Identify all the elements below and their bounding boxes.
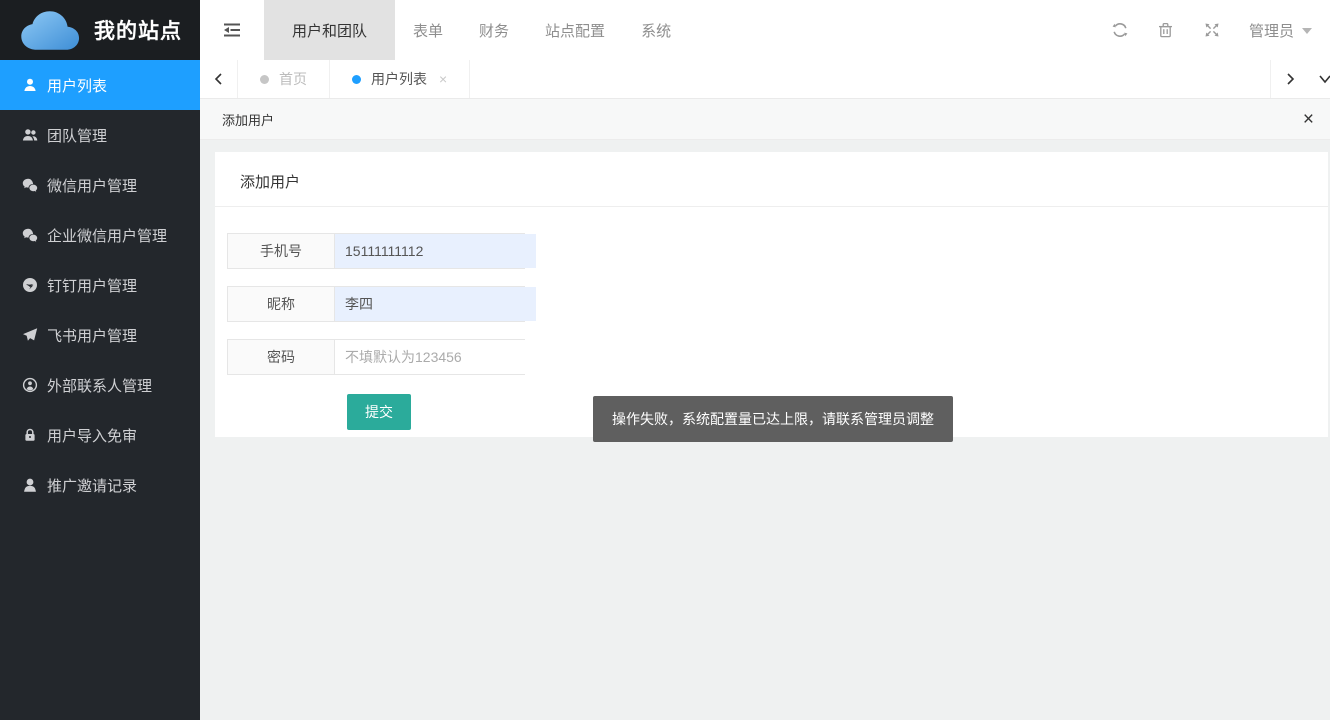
site-title: 我的站点 (94, 15, 182, 45)
top-nav: 用户和团队 表单 财务 站点配置 系统 (264, 0, 689, 60)
form-row-password: 密码 (227, 339, 525, 375)
sidebar-item-team-management[interactable]: 团队管理 (0, 110, 200, 160)
nav-tab-label: 财务 (479, 20, 509, 41)
nav-tab-label: 系统 (641, 20, 671, 41)
nickname-input[interactable] (335, 287, 536, 321)
breadcrumb-tabbar: 首页 用户列表 × (200, 60, 1330, 99)
chevron-down-icon (1302, 28, 1312, 34)
person-outline-icon (21, 477, 38, 494)
nav-tab-finance[interactable]: 财务 (461, 0, 527, 60)
nav-tab-site-config[interactable]: 站点配置 (527, 0, 623, 60)
content-area: 添加用户 手机号 昵称 密码 提交 操作失败，系统配置量已达上限，请联系管理员调… (200, 140, 1330, 720)
lock-icon (21, 427, 38, 444)
card-title: 添加用户 (215, 152, 1328, 207)
sidebar-item-label: 推广邀请记录 (47, 475, 137, 496)
nav-tab-system[interactable]: 系统 (623, 0, 689, 60)
sidebar-item-label: 钉钉用户管理 (47, 275, 137, 296)
users-group-icon (21, 127, 38, 144)
sidebar-item-invite-records[interactable]: 推广邀请记录 (0, 460, 200, 510)
fullscreen-icon[interactable] (1189, 0, 1235, 60)
tab-label: 首页 (279, 69, 307, 89)
tab-dot (352, 75, 361, 84)
contact-circle-icon (21, 377, 38, 394)
wecom-icon (21, 227, 38, 244)
nav-tab-users-teams[interactable]: 用户和团队 (264, 0, 395, 60)
user-icon (21, 77, 38, 94)
wechat-icon (21, 177, 38, 194)
feishu-plane-icon (21, 327, 38, 344)
tab-user-list[interactable]: 用户列表 × (330, 60, 470, 98)
sidebar-item-user-import[interactable]: 用户导入免审 (0, 410, 200, 460)
sidebar-item-external-contacts[interactable]: 外部联系人管理 (0, 360, 200, 410)
nickname-label: 昵称 (228, 287, 335, 321)
submit-button[interactable]: 提交 (347, 394, 411, 430)
password-input[interactable] (335, 340, 536, 374)
tab-dot (260, 75, 269, 84)
sidebar-item-wecom-users[interactable]: 企业微信用户管理 (0, 210, 200, 260)
cloud-logo-icon (14, 8, 88, 52)
sidebar: 我的站点 用户列表 团队管理 微信用户管理 企业微信用户管理 钉钉用户管理 (0, 0, 200, 720)
top-header: 用户和团队 表单 财务 站点配置 系统 (200, 0, 1330, 60)
admin-dropdown[interactable]: 管理员 (1249, 20, 1312, 41)
nav-tab-label: 用户和团队 (292, 20, 367, 41)
sidebar-item-feishu-users[interactable]: 飞书用户管理 (0, 310, 200, 360)
tab-scroll-left-icon[interactable] (200, 60, 238, 98)
admin-label: 管理员 (1249, 20, 1294, 41)
tab-scroll-right-icon[interactable] (1270, 60, 1308, 98)
sidebar-item-user-list[interactable]: 用户列表 (0, 60, 200, 110)
error-toast: 操作失败，系统配置量已达上限，请联系管理员调整 (593, 396, 953, 442)
add-user-card: 添加用户 手机号 昵称 密码 提交 (215, 152, 1328, 437)
site-logo: 我的站点 (0, 0, 200, 60)
tab-close-icon[interactable]: × (439, 71, 447, 87)
panel-titlebar: 添加用户 × (200, 99, 1330, 140)
tab-menu-icon[interactable] (1308, 60, 1330, 98)
phone-label: 手机号 (228, 234, 335, 268)
form-row-phone: 手机号 (227, 233, 525, 269)
dingtalk-icon (21, 277, 38, 294)
sidebar-item-label: 微信用户管理 (47, 175, 137, 196)
collapse-menu-icon[interactable] (200, 0, 264, 60)
sidebar-item-label: 用户导入免审 (47, 425, 137, 446)
nav-tab-forms[interactable]: 表单 (395, 0, 461, 60)
password-label: 密码 (228, 340, 335, 374)
sidebar-item-label: 飞书用户管理 (47, 325, 137, 346)
tab-home[interactable]: 首页 (238, 60, 330, 98)
panel-close-icon[interactable]: × (1303, 110, 1314, 129)
trash-icon[interactable] (1143, 0, 1189, 60)
form-row-nickname: 昵称 (227, 286, 525, 322)
sidebar-item-wechat-users[interactable]: 微信用户管理 (0, 160, 200, 210)
header-actions: 管理员 (1097, 0, 1330, 60)
sidebar-item-label: 团队管理 (47, 125, 107, 146)
tab-label: 用户列表 (371, 69, 427, 89)
sidebar-item-label: 企业微信用户管理 (47, 225, 167, 246)
sidebar-item-label: 用户列表 (47, 75, 107, 96)
sidebar-item-dingtalk-users[interactable]: 钉钉用户管理 (0, 260, 200, 310)
refresh-icon[interactable] (1097, 0, 1143, 60)
nav-tab-label: 站点配置 (545, 20, 605, 41)
panel-title: 添加用户 (222, 110, 274, 129)
phone-input[interactable] (335, 234, 536, 268)
nav-tab-label: 表单 (413, 20, 443, 41)
sidebar-item-label: 外部联系人管理 (47, 375, 152, 396)
main-area: 用户和团队 表单 财务 站点配置 系统 (200, 0, 1330, 720)
